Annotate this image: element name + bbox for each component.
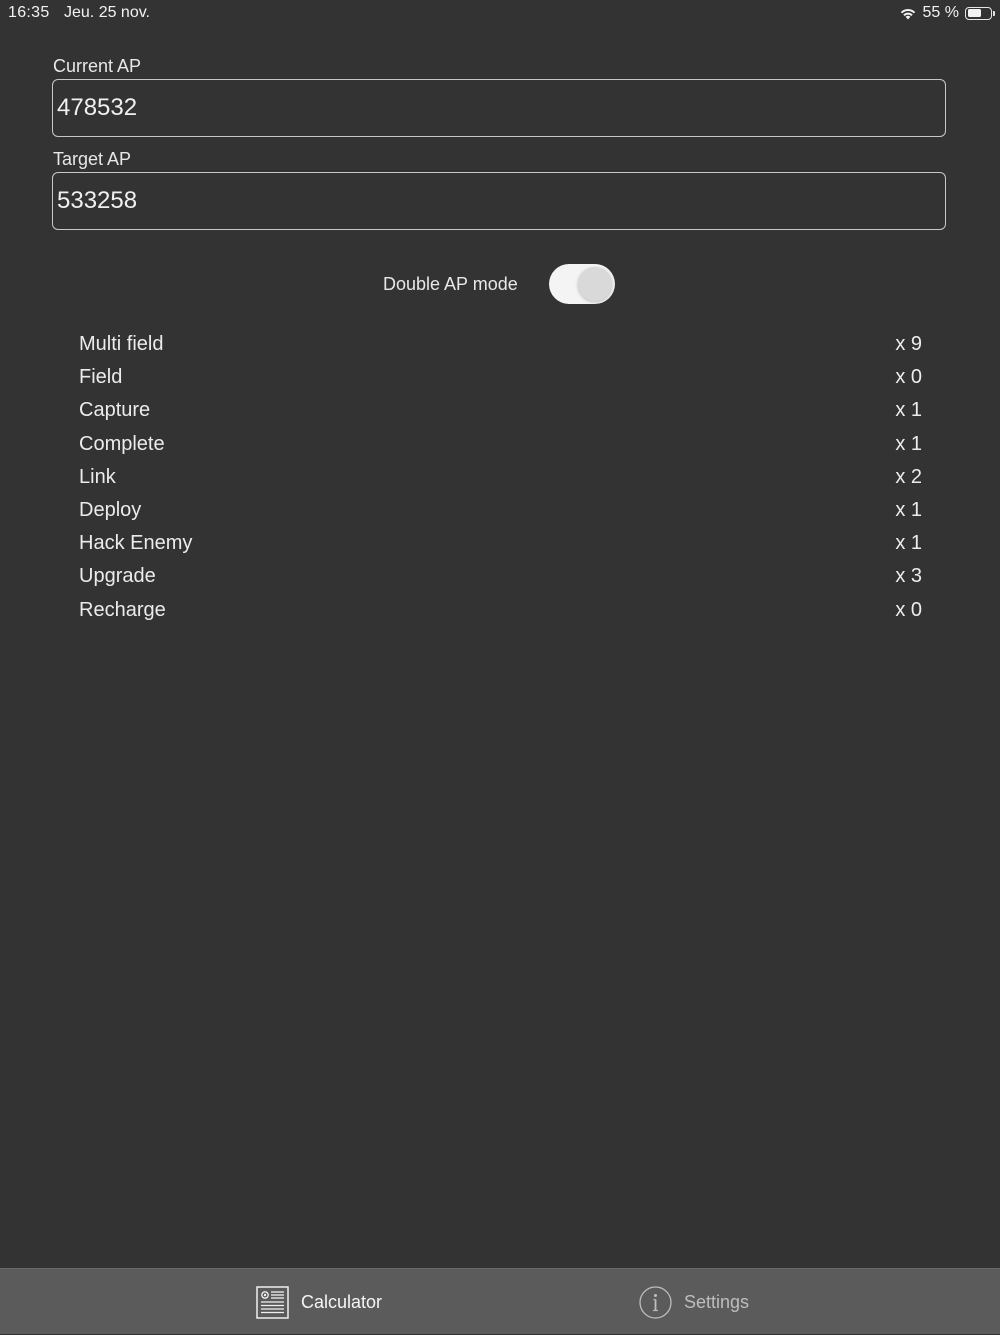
action-count: x 0 <box>895 598 922 621</box>
action-count: x 1 <box>895 532 922 555</box>
battery-percent: 55 % <box>922 4 959 21</box>
double-ap-mode-row: Double AP mode <box>0 264 1000 306</box>
wifi-icon <box>899 6 917 20</box>
action-name: Deploy <box>79 499 142 522</box>
list-item: Link x 2 <box>79 461 922 494</box>
status-bar: 16:35 Jeu. 25 nov. 55 % <box>0 0 1000 28</box>
list-item: Recharge x 0 <box>79 594 922 627</box>
action-count: x 3 <box>895 565 922 588</box>
action-count: x 9 <box>895 333 922 356</box>
action-name: Field <box>79 366 123 389</box>
list-item: Hack Enemy x 1 <box>79 527 922 560</box>
current-ap-label: Current AP <box>53 56 142 76</box>
tab-bar: Calculator Settings <box>0 1268 1000 1334</box>
list-item: Upgrade x 3 <box>79 560 922 593</box>
tab-calculator-label: Calculator <box>301 1291 383 1312</box>
calculator-icon <box>256 1285 289 1319</box>
current-ap-input[interactable] <box>53 80 945 136</box>
status-time: 16:35 <box>8 4 50 21</box>
battery-icon <box>965 6 995 20</box>
action-count: x 1 <box>895 499 922 522</box>
action-name: Complete <box>79 432 165 455</box>
battery-fill <box>967 9 981 17</box>
info-icon <box>639 1285 672 1319</box>
action-name: Multi field <box>79 333 164 356</box>
double-ap-mode-toggle[interactable] <box>549 264 615 304</box>
list-item: Complete x 1 <box>79 428 922 461</box>
action-name: Recharge <box>79 598 166 621</box>
action-count: x 1 <box>895 432 922 455</box>
status-date: Jeu. 25 nov. <box>64 4 150 21</box>
current-ap-field[interactable] <box>52 79 946 137</box>
toggle-knob <box>578 267 612 301</box>
target-ap-input[interactable] <box>53 173 945 229</box>
action-name: Link <box>79 465 116 488</box>
tab-calculator[interactable]: Calculator <box>256 1269 382 1335</box>
tab-settings[interactable]: Settings <box>639 1269 749 1335</box>
target-ap-label: Target AP <box>53 149 132 169</box>
action-name: Upgrade <box>79 565 156 588</box>
tab-settings-label: Settings <box>684 1291 750 1312</box>
action-list: Multi field x 9 Field x 0 Capture x 1 Co… <box>79 328 922 627</box>
action-count: x 2 <box>895 465 922 488</box>
action-name: Capture <box>79 399 151 422</box>
action-count: x 1 <box>895 399 922 422</box>
status-indicators: 55 % <box>899 4 995 22</box>
list-item: Multi field x 9 <box>79 328 922 361</box>
list-item: Field x 0 <box>79 361 922 394</box>
target-ap-field[interactable] <box>52 172 946 230</box>
double-ap-mode-label: Double AP mode <box>383 274 518 294</box>
list-item: Deploy x 1 <box>79 494 922 527</box>
action-name: Hack Enemy <box>79 532 193 555</box>
list-item: Capture x 1 <box>79 394 922 427</box>
action-count: x 0 <box>895 366 922 389</box>
